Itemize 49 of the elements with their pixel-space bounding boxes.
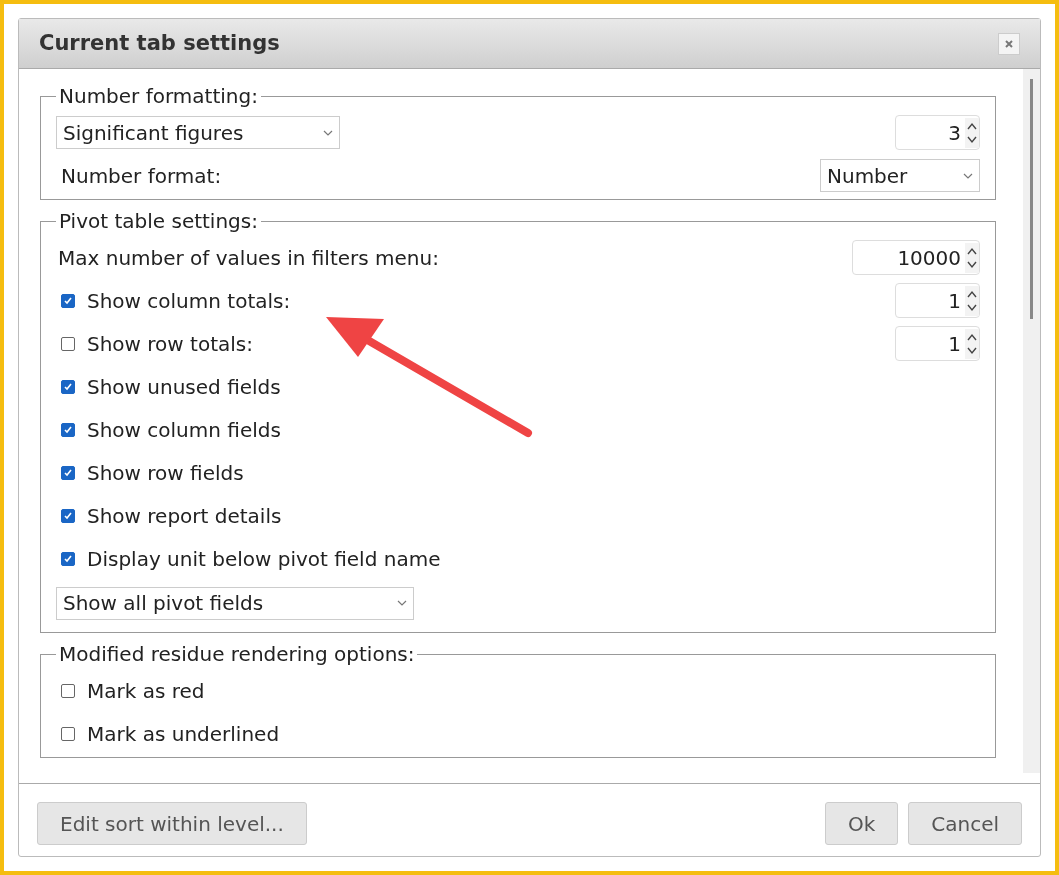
number-spinner[interactable]: 10000 xyxy=(852,240,980,275)
up-down-arrows-icon xyxy=(965,285,979,316)
checkmark-icon xyxy=(63,295,73,306)
checkmark-icon xyxy=(63,553,73,564)
close-button[interactable] xyxy=(998,32,1020,55)
edit-sort-button[interactable]: Edit sort within level... xyxy=(37,802,307,845)
checkbox[interactable] xyxy=(61,336,75,351)
dropdown[interactable]: Number xyxy=(820,159,980,192)
checkmark-icon xyxy=(63,510,73,521)
checkbox[interactable] xyxy=(61,508,75,523)
up-down-arrows-icon xyxy=(965,328,979,359)
dialog-title: Current tab settings xyxy=(39,29,280,57)
checkbox[interactable] xyxy=(61,422,75,437)
field-label: Number format: xyxy=(60,162,222,190)
checkbox-label: Show report details xyxy=(87,502,282,530)
checkbox-label: Show column totals: xyxy=(87,287,291,315)
group-legend: Modified residue rendering options: xyxy=(56,639,418,669)
number-spinner[interactable]: 1 xyxy=(895,326,980,361)
checkmark-icon xyxy=(63,424,73,435)
checkbox-label: Show column fields xyxy=(87,416,281,444)
dropdown[interactable]: Show all pivot fields xyxy=(56,586,414,620)
group-legend: Number formatting: xyxy=(56,81,261,111)
checkbox-label: Show row fields xyxy=(87,459,244,487)
dropdown[interactable]: Significant figures xyxy=(56,116,340,149)
group-legend: Pivot table settings: xyxy=(56,206,261,236)
checkbox[interactable] xyxy=(61,726,75,741)
dialog-button[interactable]: Ok xyxy=(824,802,899,845)
close-icon xyxy=(1004,38,1014,49)
up-down-arrows-icon xyxy=(965,242,979,273)
checkbox[interactable] xyxy=(61,293,75,308)
chevron-down-icon xyxy=(397,600,407,606)
checkbox[interactable] xyxy=(61,379,75,394)
checkmark-icon xyxy=(63,381,73,392)
chevron-down-icon xyxy=(323,129,333,136)
checkbox-label: Display unit below pivot field name xyxy=(87,545,441,573)
checkbox-label: Mark as underlined xyxy=(87,720,280,748)
checkbox-label: Show row totals: xyxy=(87,330,253,358)
number-spinner[interactable]: 1 xyxy=(895,283,980,318)
checkbox-label: Show unused fields xyxy=(87,373,281,401)
chevron-down-icon xyxy=(963,172,973,179)
checkbox[interactable] xyxy=(61,683,75,698)
checkbox[interactable] xyxy=(61,465,75,480)
up-down-arrows-icon xyxy=(965,117,979,148)
checkbox-label: Mark as red xyxy=(87,677,205,705)
checkbox[interactable] xyxy=(61,551,75,566)
dialog-button[interactable]: Cancel xyxy=(908,802,1022,845)
field-label: Max number of values in filters menu: xyxy=(57,244,439,272)
number-spinner[interactable]: 3 xyxy=(895,115,980,150)
checkmark-icon xyxy=(63,467,73,478)
